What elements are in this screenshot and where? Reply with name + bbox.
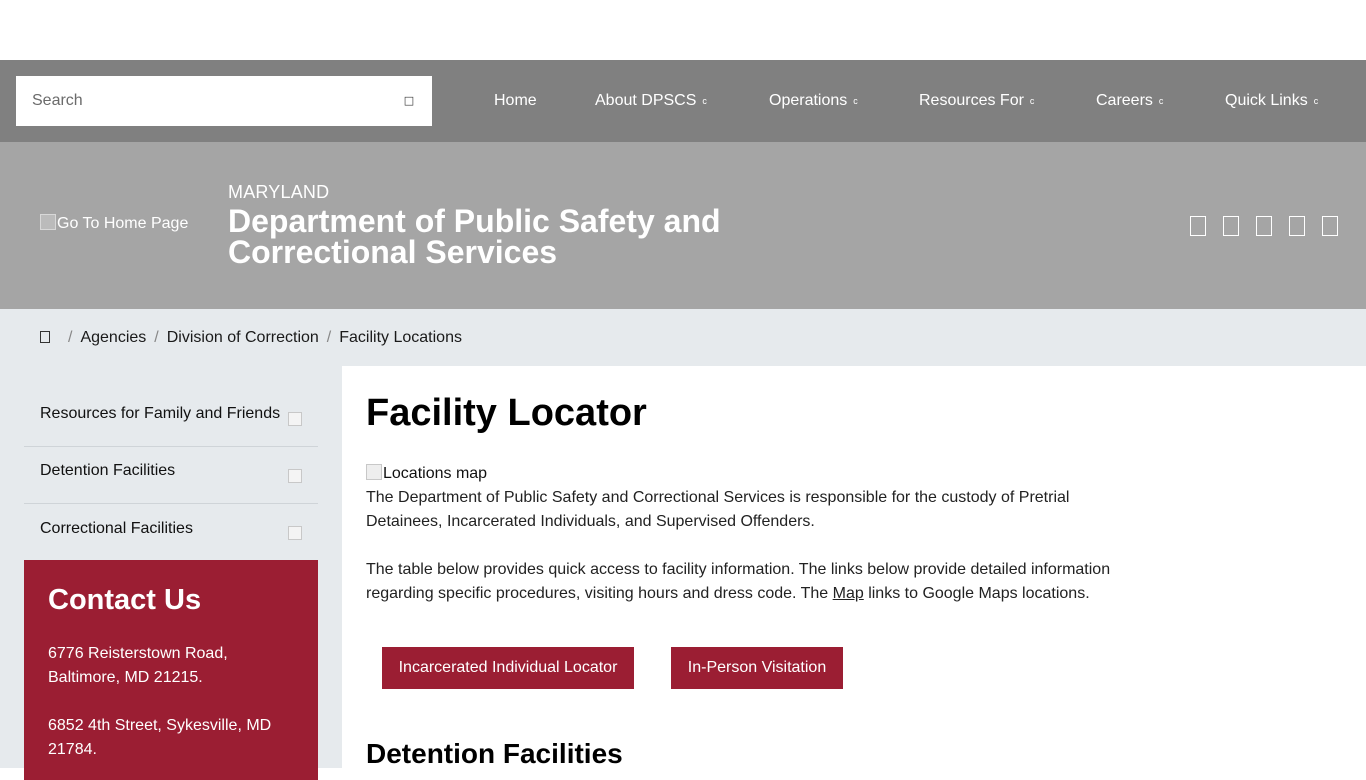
broken-image-icon — [40, 214, 56, 230]
state-name: MARYLAND — [228, 182, 330, 202]
map-alt-text: Locations map — [383, 465, 488, 482]
search-box: □ — [16, 76, 432, 126]
search-input[interactable] — [16, 76, 386, 126]
chevron-down-icon: c — [702, 96, 707, 106]
home-icon[interactable] — [40, 331, 50, 343]
facebook-icon[interactable] — [1190, 216, 1206, 236]
agency-title[interactable]: Department of Public Safety and Correcti… — [228, 205, 828, 268]
twitter-icon[interactable] — [1223, 216, 1239, 236]
nav-item-label: Careers — [1096, 92, 1153, 109]
contact-us-box: Contact Us 6776 Reisterstown Road, Balti… — [24, 560, 318, 780]
sidebar-item-correctional-facilities[interactable]: Correctional Facilities — [24, 504, 318, 561]
breadcrumb-link-division-of-correction[interactable]: Division of Correction — [167, 329, 319, 346]
site-header: Go To Home Page MARYLAND Department of P… — [0, 142, 1366, 309]
youtube-icon[interactable] — [1289, 216, 1305, 236]
contact-address: 6852 4th Street, Sykesville, MD 21784. — [48, 717, 272, 758]
main-navbar: □ Home About DPSCS c Operations c Resource… — [0, 60, 1366, 142]
nav-item-about-dpscs[interactable]: About DPSCS c — [595, 91, 707, 111]
section-heading: Detention Facilities — [366, 738, 623, 769]
chevron-down-icon: c — [1313, 96, 1319, 106]
sidebar-item-label: Detention Facilities — [40, 462, 176, 480]
nav-item-label: Home — [494, 92, 537, 109]
sidebar-item-family-friends[interactable]: Resources for Family and Friends — [24, 390, 318, 447]
contact-address: 6776 Reisterstown Road, Baltimore, MD 21… — [48, 645, 228, 686]
main-content: Facility Locator Locations map The Depar… — [342, 366, 1366, 769]
sidebar-item-detention-facilities[interactable]: Detention Facilities — [24, 447, 318, 504]
intro-paragraph: The Department of Public Safety and Corr… — [366, 489, 1070, 530]
sidebar-item-label: Correctional Facilities — [40, 519, 193, 537]
nav-item-quick-links[interactable]: Quick Links c — [1225, 91, 1318, 111]
chevron-down-icon[interactable] — [288, 526, 302, 540]
nav-item-label: Operations — [769, 92, 848, 109]
nav-item-careers[interactable]: Careers c — [1096, 91, 1163, 111]
incarcerated-individual-locator-button[interactable]: Incarcerated Individual Locator — [382, 647, 634, 689]
breadcrumb-bar: / Agencies / Division of Correction / Facilit… — [0, 309, 1366, 366]
broken-image-icon — [366, 464, 382, 480]
in-person-visitation-button[interactable]: In-Person Visitation — [671, 647, 843, 689]
sidebar: Resources for Family and Friends Detenti… — [0, 366, 342, 780]
chevron-down-icon: c — [1029, 96, 1035, 106]
top-spacer — [0, 0, 1366, 60]
chevron-down-icon: c — [853, 96, 858, 106]
logo-alt-text: Go To Home Page — [57, 215, 189, 232]
info-paragraph: The table below provides quick access to… — [366, 558, 1126, 606]
chevron-down-icon[interactable] — [288, 469, 302, 483]
breadcrumb-separator: / — [326, 329, 332, 346]
search-icon[interactable]: □ — [402, 93, 416, 109]
breadcrumb-link-agencies[interactable]: Agencies — [80, 329, 146, 346]
linkedin-icon[interactable] — [1322, 216, 1338, 236]
home-logo-link[interactable]: Go To Home Page — [40, 214, 188, 233]
chevron-down-icon: c — [1158, 96, 1164, 106]
nav-item-operations[interactable]: Operations c — [769, 91, 858, 111]
breadcrumb-separator: / — [68, 329, 73, 346]
nav-item-resources-for[interactable]: Resources For c — [919, 91, 1034, 111]
chevron-down-icon[interactable] — [288, 412, 302, 426]
nav-item-label: About DPSCS — [595, 92, 697, 109]
map-link[interactable]: Map — [833, 585, 864, 602]
breadcrumb: / Agencies / Division of Correction / Facilit… — [40, 329, 462, 347]
nav-item-label: Resources For — [919, 92, 1024, 109]
nav-item-home[interactable]: Home — [494, 91, 537, 111]
page-title: Facility Locator — [366, 392, 647, 434]
breadcrumb-separator: / — [154, 329, 159, 346]
contact-title: Contact Us — [48, 584, 202, 616]
instagram-icon[interactable] — [1256, 216, 1272, 236]
breadcrumb-current: Facility Locations — [339, 329, 462, 346]
nav-item-label: Quick Links — [1225, 92, 1308, 109]
sidebar-item-label: Resources for Family and Friends — [40, 405, 281, 423]
info-text: links to Google Maps locations. — [863, 585, 1090, 602]
locations-map-image: Locations map — [366, 464, 487, 483]
